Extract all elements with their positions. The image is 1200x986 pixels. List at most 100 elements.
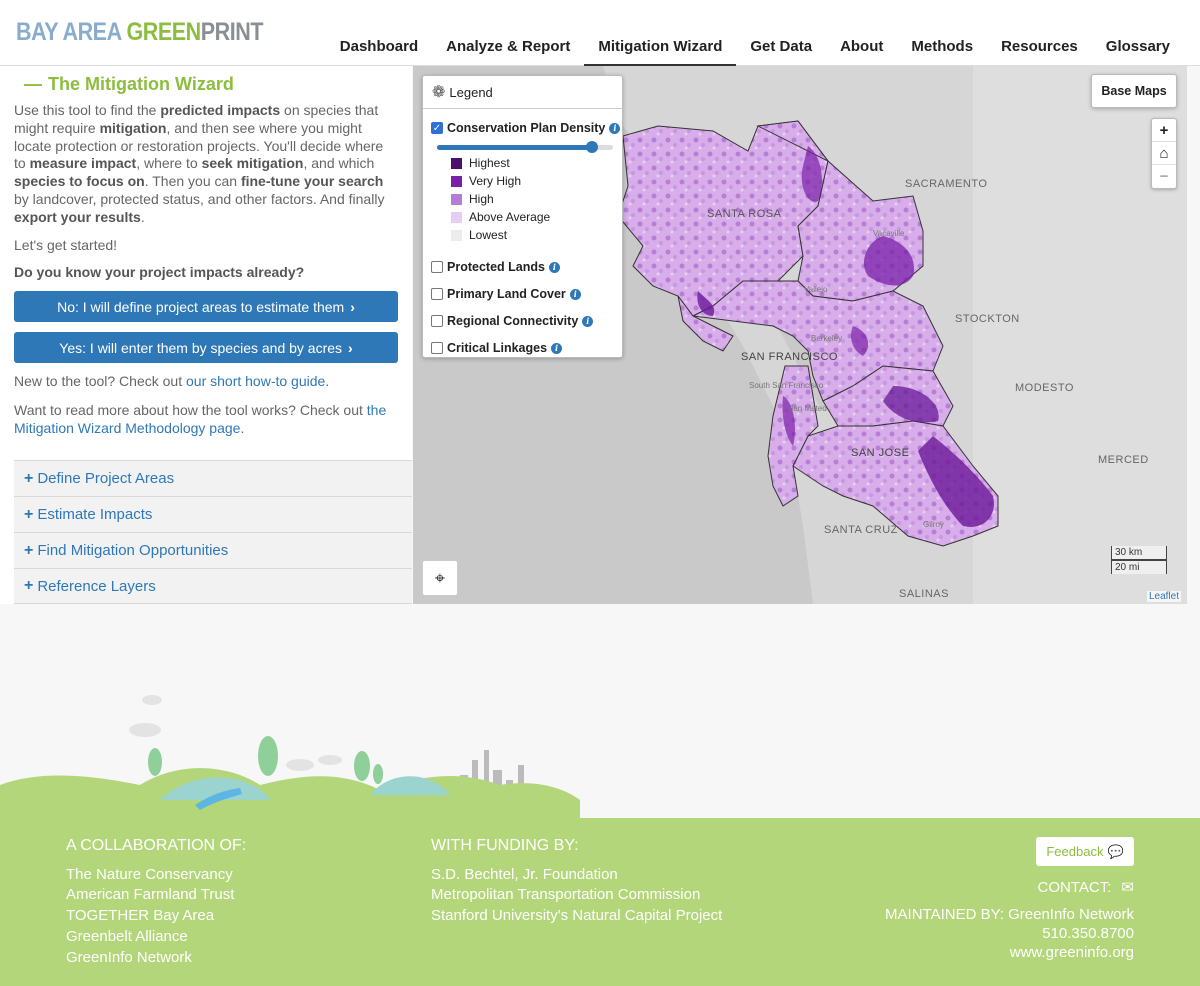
nav-analyze-report[interactable]: Analyze & Report	[432, 38, 584, 66]
layer-critical-linkages[interactable]: Critical Linkages i	[431, 341, 563, 355]
map-legend: ❁ Legend ✓ Conservation Plan Density i High…	[422, 75, 623, 358]
city-label-sacramento: SACRAMENTO	[905, 178, 988, 190]
website-link[interactable]: www.greeninfo.org	[1010, 944, 1134, 961]
nav-get-data[interactable]: Get Data	[736, 38, 826, 66]
zoom-in-button[interactable]: +	[1152, 119, 1176, 142]
chevron-right-icon: ›	[348, 339, 353, 356]
scale-km: 30 km	[1111, 546, 1167, 560]
funding-heading: WITH FUNDING BY:	[431, 837, 579, 854]
layer-conservation-density[interactable]: ✓ Conservation Plan Density i	[431, 121, 621, 135]
home-icon[interactable]: ⌂	[1152, 142, 1176, 165]
density-opacity-slider[interactable]	[437, 141, 613, 153]
legend-swatch-above-average: Above Average	[451, 210, 550, 224]
site-header: BAY AREA GREENPRINT Dashboard Analyze & …	[0, 0, 1200, 66]
town-label-san-mateo: San Mateo	[788, 404, 827, 413]
map-panel[interactable]: SACRAMENTO SANTA ROSA STOCKTON SAN FRANC…	[413, 66, 1187, 604]
town-label-vacaville: Vacaville	[873, 229, 905, 238]
city-label-merced: MERCED	[1098, 454, 1149, 466]
define-areas-label: No: I will define project areas to estim…	[57, 298, 345, 315]
collapse-icon: —	[24, 74, 42, 94]
collaboration-section: A COLLABORATION OF: The Nature Conservan…	[66, 836, 246, 968]
legend-swatch-lowest: Lowest	[451, 228, 507, 242]
define-areas-button[interactable]: No: I will define project areas to estim…	[14, 291, 398, 322]
accordion-reference-layers[interactable]: + Reference Layers	[14, 568, 412, 604]
accordion-estimate-impacts[interactable]: + Estimate Impacts	[14, 496, 412, 532]
zoom-out-button[interactable]: −	[1152, 165, 1176, 188]
measure-tool-icon[interactable]: ⌖	[422, 560, 458, 596]
partner-name: GreenInfo Network	[66, 948, 192, 966]
funding-section: WITH FUNDING BY: S.D. Bechtel, Jr. Found…	[431, 836, 722, 927]
city-label-salinas: SALINAS	[899, 588, 949, 600]
impact-question: Do you know your project impacts already…	[14, 264, 305, 280]
wizard-sidebar: — The Mitigation Wizard Use this tool to …	[0, 66, 412, 604]
layer-protected-lands[interactable]: Protected Lands i	[431, 260, 560, 274]
legend-swatch-very-high: Very High	[451, 174, 521, 188]
funder-name: Stanford University's Natural Capital Pr…	[431, 907, 723, 925]
how-to-guide-link[interactable]: our short how-to guide	[186, 373, 325, 389]
legend-swatch-highest: Highest	[451, 156, 510, 170]
city-label-san-jose: SAN JOSE	[851, 447, 910, 459]
city-label-modesto: MODESTO	[1015, 382, 1074, 394]
checkbox-icon[interactable]	[431, 315, 443, 327]
lets-start-text: Let's get started!	[14, 237, 118, 253]
scale-mi: 20 mi	[1111, 560, 1167, 574]
plus-icon: +	[24, 541, 34, 559]
intro-paragraph: Use this tool to find the predicted impa…	[14, 102, 385, 225]
feedback-button[interactable]: Feedback 💬	[1036, 837, 1134, 866]
collaboration-heading: A COLLABORATION OF:	[66, 837, 247, 854]
layer-regional-connectivity[interactable]: Regional Connectivity i	[431, 314, 594, 328]
partner-name: Greenbelt Alliance	[66, 927, 188, 945]
layer-primary-land-cover[interactable]: Primary Land Cover i	[431, 287, 581, 301]
plus-icon: +	[24, 469, 34, 487]
enter-impacts-button[interactable]: Yes: I will enter them by species and by…	[14, 332, 398, 363]
wizard-title[interactable]: — The Mitigation Wizard	[24, 74, 234, 95]
enter-impacts-label: Yes: I will enter them by species and by…	[59, 339, 343, 356]
checkbox-checked-icon[interactable]: ✓	[431, 122, 443, 134]
leaflet-attribution-link[interactable]: Leaflet	[1146, 591, 1181, 602]
envelope-icon[interactable]: ✉	[1121, 879, 1134, 896]
partner-name: American Farmland Trust	[66, 886, 235, 904]
town-label-gilroy: Gilroy	[923, 520, 944, 529]
info-icon[interactable]: i	[609, 122, 621, 134]
nav-mitigation-wizard[interactable]: Mitigation Wizard	[584, 38, 737, 66]
nav-dashboard[interactable]: Dashboard	[326, 38, 432, 66]
checkbox-icon[interactable]	[431, 261, 443, 273]
nav-resources[interactable]: Resources	[987, 38, 1092, 66]
town-label-berkeley: Berkeley	[811, 334, 843, 343]
main-nav: Dashboard Analyze & Report Mitigation Wi…	[326, 0, 1184, 66]
funder-name: Metropolitan Transportation Commission	[431, 886, 701, 904]
city-label-stockton: STOCKTON	[955, 313, 1020, 325]
city-label-santa-rosa: SANTA ROSA	[707, 208, 782, 220]
landscape-illustration	[0, 695, 580, 820]
site-footer: A COLLABORATION OF: The Nature Conservan…	[0, 818, 1200, 986]
how-to-text: New to the tool? Check out our short how…	[14, 373, 330, 389]
base-maps-button[interactable]: Base Maps	[1091, 74, 1177, 108]
plus-icon: +	[24, 577, 34, 594]
partner-name: The Nature Conservancy	[66, 865, 233, 883]
checkbox-icon[interactable]	[431, 288, 443, 300]
phone-number: 510.350.8700	[1042, 925, 1134, 942]
zoom-control: + ⌂ −	[1151, 118, 1177, 189]
info-icon[interactable]: i	[569, 288, 581, 300]
info-icon[interactable]: i	[551, 342, 563, 354]
nav-methods[interactable]: Methods	[897, 38, 987, 66]
map-scale: 30 km 20 mi	[1111, 546, 1167, 574]
legend-swatch-high: High	[451, 192, 494, 206]
accordion-find-mitigation[interactable]: + Find Mitigation Opportunities	[14, 532, 412, 568]
city-label-san-francisco: SAN FRANCISCO	[741, 351, 838, 363]
site-logo[interactable]: BAY AREA GREENPRINT	[16, 18, 264, 47]
accordion-define-project-areas[interactable]: + Define Project Areas	[14, 460, 412, 496]
city-label-santa-cruz: SANTA CRUZ	[824, 524, 898, 536]
nav-about[interactable]: About	[826, 38, 897, 66]
info-icon[interactable]: i	[548, 261, 560, 273]
slider-thumb[interactable]	[585, 141, 598, 153]
plus-icon: +	[24, 505, 34, 523]
methodology-text: Want to read more about how the tool wor…	[14, 402, 387, 436]
legend-header[interactable]: ❁ Legend	[423, 76, 622, 109]
partner-name: TOGETHER Bay Area	[66, 907, 215, 925]
info-icon[interactable]: i	[582, 315, 594, 327]
contact-line[interactable]: CONTACT: ✉	[1038, 878, 1134, 896]
layers-icon: ❁	[432, 84, 446, 101]
checkbox-icon[interactable]	[431, 342, 443, 354]
nav-glossary[interactable]: Glossary	[1092, 38, 1184, 66]
